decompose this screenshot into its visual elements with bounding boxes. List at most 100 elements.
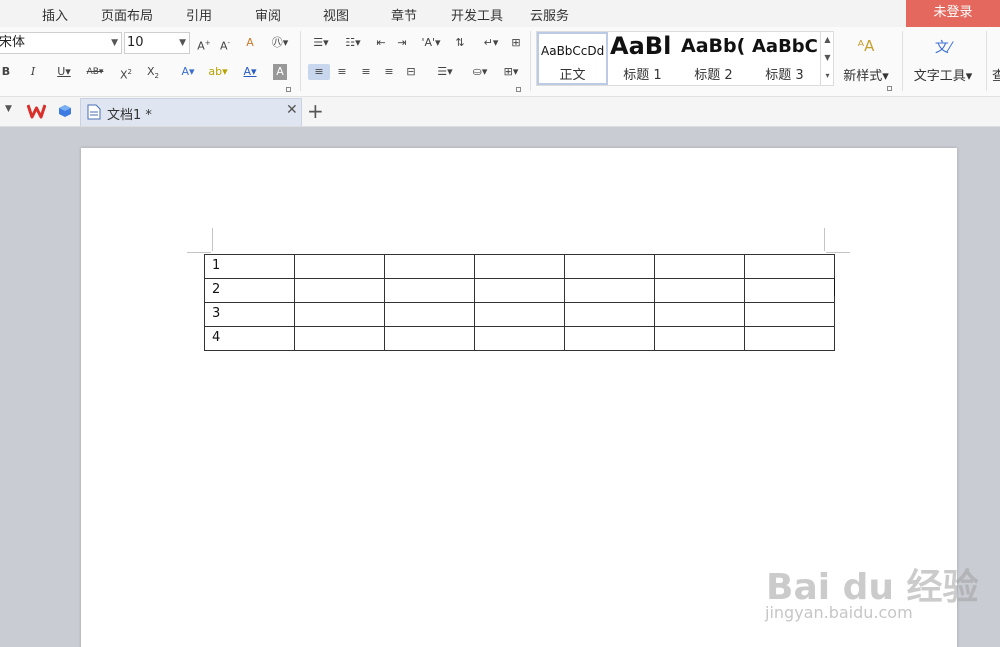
- style-sample: AaBb(: [681, 35, 746, 57]
- table-cell[interactable]: [744, 278, 835, 303]
- table-grid-icon[interactable]: ⊞: [508, 35, 524, 51]
- table-cell[interactable]: [384, 254, 475, 279]
- italic-icon[interactable]: I: [27, 64, 39, 80]
- style-name: 标题 1: [623, 68, 662, 83]
- margin-mark: [187, 252, 211, 253]
- numbered-list-icon[interactable]: ☷▾: [340, 35, 366, 51]
- font-size-select[interactable]: 10 ▼: [124, 32, 190, 54]
- style-name: 标题 2: [694, 68, 733, 83]
- subscript-icon[interactable]: X2: [145, 64, 161, 80]
- styles-gallery: AaBbCcDd 正文 AaBl 标题 1 AaBb( 标题 2 AaBbC 标…: [536, 31, 834, 86]
- text-tools-button[interactable]: 文⁄ 文字工具▾: [908, 37, 978, 84]
- menu-view[interactable]: 视图: [323, 5, 349, 24]
- gallery-expand-icon[interactable]: ▾: [821, 67, 834, 85]
- table-cell[interactable]: [474, 302, 565, 327]
- table-cell[interactable]: 4: [204, 326, 295, 351]
- align-center-icon[interactable]: ≡: [334, 64, 350, 80]
- table-cell[interactable]: 3: [204, 302, 295, 327]
- table-cell[interactable]: [474, 278, 565, 303]
- clear-format-icon[interactable]: A: [242, 35, 258, 51]
- table-cell[interactable]: [474, 326, 565, 351]
- strikethrough-icon[interactable]: AB▾: [84, 64, 106, 80]
- style-heading-1[interactable]: AaBl 标题 1: [608, 32, 677, 85]
- table-cell[interactable]: [294, 302, 385, 327]
- increase-indent-icon[interactable]: ⇥: [394, 35, 410, 51]
- table-cell[interactable]: [654, 302, 745, 327]
- wps-logo-icon[interactable]: [27, 103, 46, 119]
- borders-icon[interactable]: ⊞▾: [498, 64, 524, 80]
- login-button[interactable]: 未登录: [906, 0, 1000, 27]
- table-cell[interactable]: 2: [204, 278, 295, 303]
- font-name-select[interactable]: 宋体 ▼: [0, 32, 122, 54]
- font-color-icon[interactable]: A▾: [238, 64, 262, 80]
- table-cell[interactable]: [654, 254, 745, 279]
- new-tab-icon[interactable]: +: [307, 99, 324, 123]
- table-cell[interactable]: [564, 254, 655, 279]
- grow-font-icon[interactable]: A+: [196, 35, 212, 53]
- table-cell[interactable]: [474, 254, 565, 279]
- style-normal[interactable]: AaBbCcDd 正文: [537, 32, 608, 85]
- show-marks-icon[interactable]: ↵▾: [478, 35, 504, 51]
- table-cell[interactable]: [294, 326, 385, 351]
- menu-cloud-services[interactable]: 云服务: [530, 5, 569, 24]
- table-cell[interactable]: [654, 326, 745, 351]
- table-cell[interactable]: [564, 278, 655, 303]
- table-cell[interactable]: [654, 278, 745, 303]
- bold-icon[interactable]: B: [0, 64, 12, 80]
- text-effect-icon[interactable]: A▾: [176, 64, 200, 80]
- tab-document-name: 文档1 *: [107, 108, 152, 123]
- align-left-icon[interactable]: ≡: [308, 64, 330, 80]
- line-spacing-icon[interactable]: ☰▾: [432, 64, 458, 80]
- char-shading-icon[interactable]: A: [273, 64, 287, 80]
- shrink-font-icon[interactable]: A-: [217, 35, 233, 53]
- table-cell[interactable]: [744, 254, 835, 279]
- highlight-icon[interactable]: ab▾: [206, 64, 230, 80]
- menu-review[interactable]: 审阅: [255, 5, 281, 24]
- char-spacing-icon[interactable]: 'A'▾: [418, 35, 444, 51]
- new-style-button[interactable]: ᴬA 新样式▾: [840, 37, 892, 84]
- table-cell[interactable]: [294, 278, 385, 303]
- table-cell[interactable]: [384, 278, 475, 303]
- paragraph-dialog-launcher[interactable]: [516, 87, 521, 92]
- scroll-down-icon[interactable]: ▼: [821, 49, 834, 67]
- menu-insert[interactable]: 插入: [42, 5, 68, 24]
- style-heading-3[interactable]: AaBbC 标题 3: [750, 32, 819, 85]
- align-right-icon[interactable]: ≡: [358, 64, 374, 80]
- table-cell[interactable]: 1: [204, 254, 295, 279]
- menu-page-layout[interactable]: 页面布局: [101, 5, 153, 24]
- menu-developer-tools[interactable]: 开发工具: [451, 5, 503, 24]
- justify-icon[interactable]: ≡: [381, 64, 397, 80]
- style-heading-2[interactable]: AaBb( 标题 2: [679, 32, 748, 85]
- table-cell[interactable]: [564, 326, 655, 351]
- font-size-value: 10: [127, 35, 144, 50]
- table-cell[interactable]: [384, 302, 475, 327]
- phonetic-guide-icon[interactable]: ㊇▾: [267, 35, 293, 51]
- table-cell[interactable]: [564, 302, 655, 327]
- table-cell[interactable]: [294, 254, 385, 279]
- underline-icon[interactable]: U▾: [52, 64, 76, 80]
- distributed-icon[interactable]: ⊟: [403, 64, 419, 80]
- font-dialog-launcher[interactable]: [286, 87, 291, 92]
- table-cell[interactable]: [744, 326, 835, 351]
- menu-section[interactable]: 章节: [391, 5, 417, 24]
- font-name-value: 宋体: [0, 35, 26, 50]
- sort-icon[interactable]: ⇅: [452, 35, 468, 51]
- menu-references[interactable]: 引用: [186, 5, 212, 24]
- superscript-icon[interactable]: X2: [118, 64, 134, 82]
- chevron-down-icon[interactable]: ▼: [5, 104, 12, 114]
- close-icon[interactable]: ✕: [286, 102, 298, 118]
- tab-document-1[interactable]: 文档1 * ✕: [80, 98, 302, 126]
- bullet-list-icon[interactable]: ☰▾: [308, 35, 334, 51]
- find-label: 查: [992, 69, 1000, 84]
- find-replace-button[interactable]: 查: [992, 65, 1000, 84]
- styles-dialog-launcher[interactable]: [887, 86, 892, 91]
- document-table[interactable]: 1234: [204, 254, 835, 351]
- decrease-indent-icon[interactable]: ⇤: [373, 35, 389, 51]
- table-cell[interactable]: [744, 302, 835, 327]
- shading-icon[interactable]: ⛀▾: [465, 64, 495, 80]
- style-sample: AaBbCcDd: [541, 44, 605, 58]
- table-cell[interactable]: [384, 326, 475, 351]
- scroll-up-icon[interactable]: ▲: [821, 31, 834, 49]
- cloud-docs-icon[interactable]: [58, 104, 72, 118]
- style-name: 正文: [559, 68, 586, 83]
